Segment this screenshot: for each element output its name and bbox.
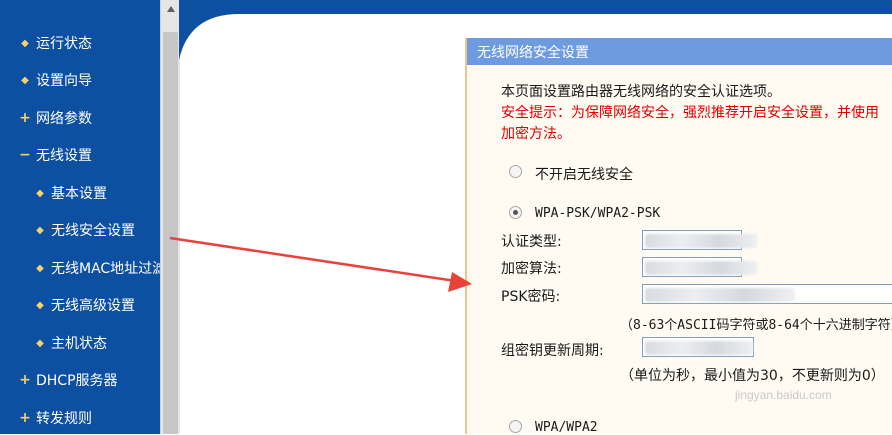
rounded-corner-decoration	[179, 0, 239, 60]
sidebar-item-label: 设置向导	[36, 73, 92, 89]
sidebar-item-run-status[interactable]: ◆ 运行状态	[18, 28, 92, 58]
sidebar-item-label: 网络参数	[36, 111, 92, 127]
sidebar-item-dhcp-server[interactable]: + DHCP服务器	[18, 365, 118, 395]
group-key-label: 组密钥更新周期:	[501, 343, 604, 359]
sidebar-item-setup-wizard[interactable]: ◆ 设置向导	[18, 65, 92, 95]
expand-plus-icon: +	[19, 110, 31, 126]
sidebar-item-label: 运行状态	[36, 36, 92, 52]
sidebar-item-wireless-security[interactable]: ◆ 无线安全设置	[33, 215, 135, 245]
encryption-label: 加密算法:	[501, 261, 562, 277]
redacted-psk	[645, 288, 795, 302]
scroll-up-arrow-icon[interactable]	[161, 0, 180, 17]
collapse-minus-icon: −	[19, 147, 31, 163]
diamond-bullet-icon: ◆	[36, 337, 44, 349]
expand-plus-icon: +	[19, 372, 31, 388]
sidebar-item-mac-filter[interactable]: ◆ 无线MAC地址过滤	[33, 253, 160, 283]
panel-title: 无线网络安全设置	[467, 38, 892, 65]
diamond-bullet-icon: ◆	[36, 224, 44, 236]
sidebar-item-label: 主机状态	[51, 336, 107, 352]
sidebar-item-host-status[interactable]: ◆ 主机状态	[33, 328, 107, 358]
diamond-bullet-icon: ◆	[36, 262, 44, 274]
psk-label: PSK密码:	[501, 289, 561, 305]
sidebar-item-forwarding-rules[interactable]: + 转发规则	[18, 403, 92, 433]
diamond-bullet-icon: ◆	[21, 37, 29, 49]
sidebar-item-label: 无线MAC地址过滤	[51, 261, 160, 277]
sidebar-item-basic-settings[interactable]: ◆ 基本设置	[33, 178, 107, 208]
top-banner	[179, 0, 892, 14]
sidebar-item-wireless-settings[interactable]: − 无线设置	[18, 140, 92, 170]
sidebar-item-wireless-advanced[interactable]: ◆ 无线高级设置	[33, 290, 135, 320]
psk-hint: （8-63个ASCII码字符或8-64个十六进制字符）	[620, 318, 892, 333]
diamond-bullet-icon: ◆	[21, 74, 29, 86]
sidebar-item-label: 无线高级设置	[51, 298, 135, 314]
diamond-bullet-icon: ◆	[36, 187, 44, 199]
sidebar-item-label: DHCP服务器	[36, 373, 118, 389]
option-wpa-psk-label: WPA-PSK/WPA2-PSK	[535, 206, 661, 221]
option-wpa-label: WPA/WPA2	[535, 420, 598, 435]
sidebar-item-label: 基本设置	[51, 186, 107, 202]
sidebar-item-label: 无线安全设置	[51, 223, 135, 239]
redacted-auth-type	[645, 234, 757, 248]
diamond-bullet-icon: ◆	[36, 299, 44, 311]
watermark-text: jingyan.baidu.com	[735, 388, 832, 402]
wireless-security-panel: 无线网络安全设置 本页面设置路由器无线网络的安全认证选项。 安全提示：为保障网络…	[465, 38, 892, 435]
auth-type-label: 认证类型:	[501, 234, 562, 250]
scroll-thumb[interactable]	[163, 32, 178, 434]
sidebar-scrollbar[interactable]	[160, 0, 180, 434]
redacted-group-key	[645, 341, 753, 355]
redacted-encryption	[645, 261, 757, 275]
radio-no-security[interactable]	[509, 165, 522, 178]
expand-plus-icon: +	[19, 410, 31, 426]
group-key-hint: （单位为秒，最小值为30，不更新则为0）	[620, 368, 885, 384]
security-warning-cont: 加密方法。	[501, 126, 571, 142]
sidebar-item-network-params[interactable]: + 网络参数	[18, 103, 92, 133]
sidebar: ◆ 运行状态 ◆ 设置向导 + 网络参数 − 无线设置 ◆ 基本设置 ◆ 无线安…	[0, 0, 160, 434]
intro-text: 本页面设置路由器无线网络的安全认证选项。	[501, 84, 781, 100]
sidebar-item-label: 转发规则	[36, 411, 92, 427]
sidebar-item-label: 无线设置	[36, 148, 92, 164]
option-no-security-label: 不开启无线安全	[535, 167, 633, 183]
radio-wpa-wpa2[interactable]	[509, 420, 522, 433]
radio-wpa-psk[interactable]	[509, 206, 522, 219]
security-warning: 安全提示：为保障网络安全，强烈推荐开启安全设置，并使用	[501, 105, 879, 121]
